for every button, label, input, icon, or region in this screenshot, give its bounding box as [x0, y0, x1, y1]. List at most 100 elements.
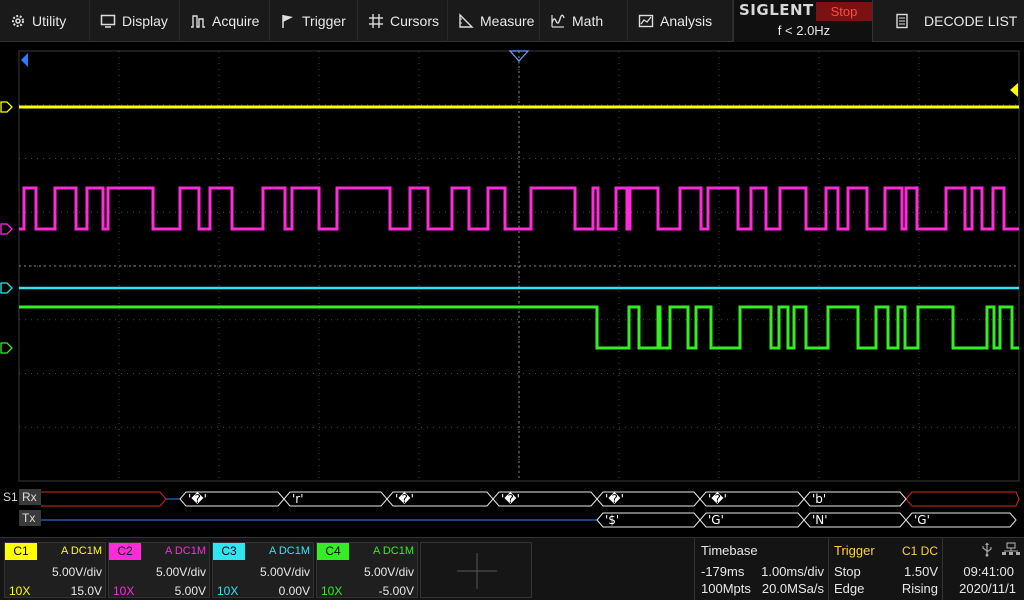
channel-4-tag: C4 — [317, 543, 349, 560]
channel-2-tag: C2 — [109, 543, 141, 560]
analysis-button[interactable]: Analysis — [628, 0, 733, 42]
trigger-frequency: f < 2.0Hz — [777, 23, 831, 38]
analysis-label: Analysis — [660, 13, 713, 29]
trigger-slope: Rising — [901, 581, 938, 596]
rx-frame-value: '�' — [188, 492, 207, 506]
channel-1-probe: 10X — [9, 584, 31, 598]
rx-idle-end — [159, 491, 167, 507]
display-label: Display — [122, 13, 168, 29]
rx-frame-value: '�' — [708, 492, 727, 506]
channel-1-coupling: A DC1M — [61, 545, 102, 557]
trigger-level-marker — [1010, 83, 1018, 97]
tx-frame-value: 'N' — [812, 513, 828, 527]
rx-line-label: Rx — [19, 489, 41, 505]
channel-2-box[interactable]: C2 A DC1M 5.00V/div 10X 5.00V — [108, 542, 210, 598]
tx-line-label: Tx — [19, 510, 41, 526]
timebase-delay: -179ms — [701, 564, 745, 579]
channel-3-offset: 0.00V — [278, 584, 310, 598]
clock-time: 09:41:00 — [963, 564, 1014, 579]
utility-label: Utility — [32, 13, 67, 29]
channel-4-coupling: A DC1M — [373, 545, 414, 557]
channel-3-coupling: A DC1M — [269, 545, 310, 557]
analysis-icon — [638, 14, 654, 28]
trigger-source: C1 DC — [901, 544, 938, 558]
timebase-panel[interactable]: Timebase -179ms 1.00ms/div 100Mpts 20.0M… — [694, 538, 828, 600]
waveform-canvas — [0, 50, 1020, 528]
trigger-panel[interactable]: Trigger C1 DC Stop 1.50V Edge Rising — [828, 538, 942, 600]
channel-3-probe: 10X — [217, 584, 239, 598]
channel-2-vdiv: 5.00V/div — [155, 565, 206, 579]
plus-icon — [457, 553, 497, 589]
channel-4-vdiv: 5.00V/div — [363, 565, 414, 579]
timebase-title: Timebase — [701, 543, 758, 558]
rx-frame-value: 'r' — [292, 492, 304, 506]
channel-2-offset: 5.00V — [174, 584, 206, 598]
acquire-icon — [191, 15, 205, 28]
rx-tail — [905, 491, 1020, 507]
waveform-display[interactable]: S1 Rx Tx '�' 'r' '�' '�' '�' '�' 'b' '$' 'G' 'N' '… — [0, 43, 1024, 535]
decode-list-button[interactable]: DECODE LIST — [880, 0, 1024, 42]
channel-4-offset: -5.00V — [378, 584, 414, 598]
channel-2-offset-marker — [0, 223, 13, 235]
status-bar: C1 A DC1M 5.00V/div 10X 15.0V C2 A DC1M … — [0, 537, 1024, 600]
channel-1-vdiv: 5.00V/div — [51, 565, 102, 579]
flag-icon — [282, 15, 293, 28]
channel-4-offset-marker — [0, 342, 13, 354]
rx-frame-value: '�' — [501, 492, 520, 506]
bus-label: S1 — [3, 490, 18, 504]
brand-status: SIGLENT Stop f < 2.0Hz — [733, 0, 873, 42]
trigger-button[interactable]: Trigger — [270, 0, 358, 42]
graticule — [18, 50, 1020, 482]
monitor-icon — [100, 14, 116, 28]
channel-4-box[interactable]: C4 A DC1M 5.00V/div 10X -5.00V — [316, 542, 418, 598]
sample-rate: 20.0MSa/s — [761, 581, 824, 596]
menu-bar: Utility Display Acquire Trigger Cursors … — [0, 0, 1024, 42]
utility-button[interactable]: Utility — [0, 0, 90, 42]
horizontal-position-marker — [21, 53, 28, 67]
channel-1-offset-marker — [0, 101, 13, 113]
channel-2-coupling: A DC1M — [165, 545, 206, 557]
math-label: Math — [572, 13, 604, 29]
rx-frame-value: '�' — [395, 492, 414, 506]
usb-icon — [982, 542, 992, 557]
clock-panel: 09:41:00 2020/11/1 — [942, 538, 1024, 600]
list-icon — [896, 13, 908, 29]
channel-1-tag: C1 — [5, 543, 37, 560]
display-button[interactable]: Display — [90, 0, 180, 42]
channel-3-offset-marker — [0, 282, 13, 294]
measure-label: Measure — [480, 13, 535, 29]
channel-3-vdiv: 5.00V/div — [259, 565, 310, 579]
rx-frame-value: 'b' — [812, 492, 827, 506]
channel-3-box[interactable]: C3 A DC1M 5.00V/div 10X 0.00V — [212, 542, 314, 598]
trigger-label: Trigger — [302, 13, 346, 29]
channel-1-box[interactable]: C1 A DC1M 5.00V/div 10X 15.0V — [4, 542, 106, 598]
channel-4-probe: 10X — [321, 584, 343, 598]
timebase-scale: 1.00ms/div — [761, 564, 824, 579]
trigger-type: Edge — [834, 581, 865, 596]
run-state-badge[interactable]: Stop — [816, 2, 872, 21]
math-button[interactable]: Math — [540, 0, 628, 42]
tx-frame-value: 'G' — [914, 513, 930, 527]
channel-1-offset: 15.0V — [70, 584, 102, 598]
cursors-button[interactable]: Cursors — [358, 0, 448, 42]
cursors-icon — [369, 14, 383, 28]
rx-frame-value: '�' — [605, 492, 624, 506]
acquire-button[interactable]: Acquire — [180, 0, 270, 42]
memory-depth: 100Mpts — [701, 581, 751, 596]
acquire-label: Acquire — [212, 13, 260, 29]
trigger-title: Trigger — [834, 543, 875, 558]
add-channel-slot[interactable] — [420, 542, 532, 598]
network-icon — [1002, 542, 1020, 555]
gear-icon — [12, 15, 24, 27]
tx-frame-value: '$' — [605, 513, 620, 527]
trigger-mode: Stop — [834, 564, 861, 579]
trigger-level: 1.50V — [904, 564, 938, 579]
tx-frame-value: 'G' — [708, 513, 724, 527]
cursors-label: Cursors — [390, 13, 440, 29]
channel-3-tag: C3 — [213, 543, 245, 560]
math-icon — [551, 14, 565, 28]
measure-button[interactable]: Measure — [448, 0, 540, 42]
ruler-icon — [459, 13, 474, 28]
brand-logo: SIGLENT — [739, 1, 814, 19]
clock-date: 2020/11/1 — [959, 581, 1016, 596]
